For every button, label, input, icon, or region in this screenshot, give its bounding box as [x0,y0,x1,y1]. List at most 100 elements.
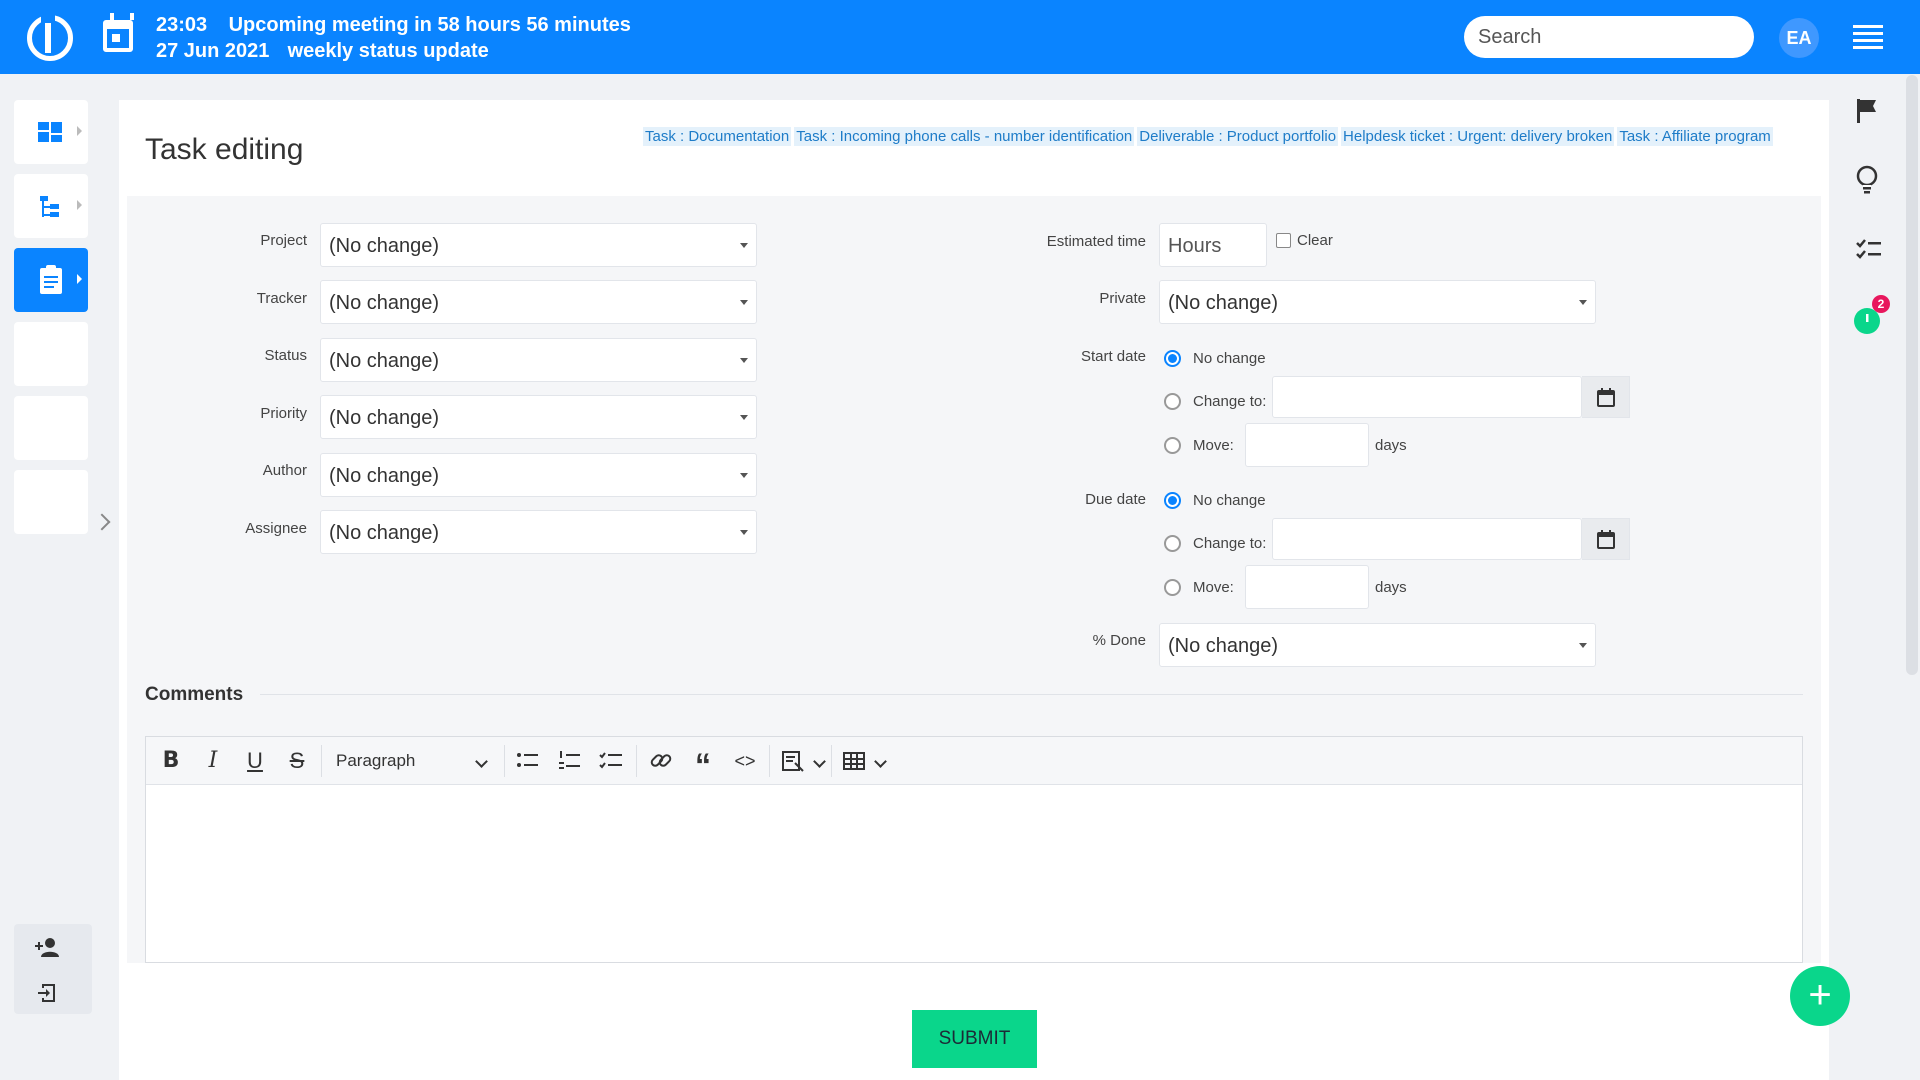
meeting-line-1[interactable]: 23:03 Upcoming meeting in 58 hours 56 mi… [156,14,631,37]
plus-icon[interactable]: + [1790,966,1850,1026]
sidebar-item-dashboard[interactable] [14,100,88,164]
insert-snippet-icon[interactable] [775,743,811,779]
avatar[interactable]: EA [1779,18,1819,58]
start-date-move-input[interactable] [1245,423,1369,467]
breadcrumb-link[interactable]: Task : Incoming phone calls - number ide… [794,127,1135,146]
chevron-right-icon [77,126,82,136]
start-date-move-radio[interactable] [1164,437,1181,454]
sidebar-item-tasks[interactable] [14,248,88,312]
assignee-label: Assignee [245,520,307,537]
due-date-input[interactable] [1272,518,1582,560]
start-date-picker-button[interactable] [1582,376,1630,418]
breadcrumb-link[interactable]: Task : Documentation [643,127,792,146]
toolbar-divider [636,745,637,777]
due-date-no-change-radio[interactable] [1164,492,1181,509]
meeting-countdown: Upcoming meeting in 58 hours 56 minutes [228,14,631,36]
todo-list-icon[interactable] [594,743,630,779]
sidebar-item-empty-2[interactable] [14,396,88,460]
status-label: Status [264,347,307,364]
add-user-icon[interactable] [34,936,60,958]
code-icon[interactable]: <> [727,743,763,779]
chevron-right-icon [77,200,82,210]
breadcrumb-link[interactable]: Helpdesk ticket : Urgent: delivery broke… [1341,127,1615,146]
comments-editor[interactable]: B I U S Paragraph “ <> [145,736,1803,963]
project-label: Project [260,232,307,249]
author-label: Author [262,462,307,479]
project-select[interactable]: (No change) [320,223,757,267]
logout-icon[interactable] [36,982,58,1004]
page-title: Task editing [145,133,304,166]
chevron-down-icon[interactable] [813,743,827,779]
paragraph-format-dropdown[interactable]: Paragraph [326,743,498,779]
toolbar-divider [321,745,322,777]
expand-sidebar-icon[interactable] [93,513,111,531]
due-date-picker-button[interactable] [1582,518,1630,560]
bold-icon[interactable]: B [153,743,189,779]
submit-button[interactable]: SUBMIT [912,1010,1037,1068]
toolbar-divider [769,745,770,777]
due-date-days-label: days [1375,579,1407,596]
estimated-time-input[interactable]: Hours [1159,223,1267,267]
checklist-icon[interactable] [1855,238,1883,262]
bullet-list-icon[interactable] [510,743,546,779]
calendar-icon [1597,388,1615,407]
private-select[interactable]: (No change) [1159,280,1596,324]
sidebar-bottom-panel [14,924,92,1014]
calendar-icon[interactable] [103,13,134,52]
meeting-line-2[interactable]: 27 Jun 2021 weekly status update [156,40,489,63]
sidebar-item-empty-1[interactable] [14,322,88,386]
breadcrumb-link[interactable]: Task : Affiliate program [1617,127,1773,146]
italic-icon[interactable]: I [195,743,231,779]
strikethrough-icon[interactable]: S [279,743,315,779]
link-icon[interactable] [643,743,679,779]
due-date-change-to-radio[interactable] [1164,535,1181,552]
priority-select[interactable]: (No change) [320,395,757,439]
current-time: 23:03 [156,14,208,36]
start-date-change-to-label: Change to: [1193,393,1267,410]
assignee-select[interactable]: (No change) [320,510,757,554]
flag-icon[interactable] [1855,98,1879,124]
private-label: Private [1099,290,1146,307]
breadcrumb-link[interactable]: Deliverable : Product portfolio [1137,127,1339,146]
lightbulb-icon[interactable] [1855,165,1879,195]
page-scrollbar[interactable] [1906,75,1918,675]
due-date-move-radio[interactable] [1164,579,1181,596]
due-date-move-input[interactable] [1245,565,1369,609]
current-date: 27 Jun 2021 [156,40,270,62]
notification-badge: 2 [1872,295,1890,313]
tracker-select[interactable]: (No change) [320,280,757,324]
start-date-no-change-label: No change [1193,350,1266,367]
table-icon[interactable] [836,743,872,779]
menu-icon[interactable] [1853,25,1883,49]
clear-checkbox[interactable] [1276,233,1291,248]
underline-icon[interactable]: U [237,743,273,779]
due-date-label: Due date [1085,491,1146,508]
numbered-list-icon[interactable] [552,743,588,779]
start-date-change-to-radio[interactable] [1164,393,1181,410]
start-date-label: Start date [1080,348,1146,365]
due-date-move-label: Move: [1193,579,1234,596]
sidebar-item-projects[interactable] [14,174,88,238]
tracker-label: Tracker [256,290,307,307]
due-date-change-to-label: Change to: [1193,535,1267,552]
chevron-down-icon[interactable] [874,743,888,779]
sidebar-item-empty-3[interactable] [14,470,88,534]
clear-label: Clear [1297,232,1333,249]
author-select[interactable]: (No change) [320,453,757,497]
done-label: % Done [1092,632,1146,649]
done-select[interactable]: (No change) [1159,623,1596,667]
start-date-input[interactable] [1272,376,1582,418]
comments-divider [260,694,1803,695]
start-date-days-label: days [1375,437,1407,454]
chevron-right-icon [77,274,82,284]
blockquote-icon[interactable]: “ [685,743,721,783]
estimated-time-label: Estimated time [1046,233,1146,250]
status-select[interactable]: (No change) [320,338,757,382]
start-date-no-change-radio[interactable] [1164,350,1181,367]
editor-toolbar: B I U S Paragraph “ <> [146,737,1802,785]
logo-icon[interactable] [27,14,73,61]
start-date-move-label: Move: [1193,437,1234,454]
search-input[interactable] [1464,16,1754,58]
toolbar-divider [504,745,505,777]
due-date-no-change-label: No change [1193,492,1266,509]
